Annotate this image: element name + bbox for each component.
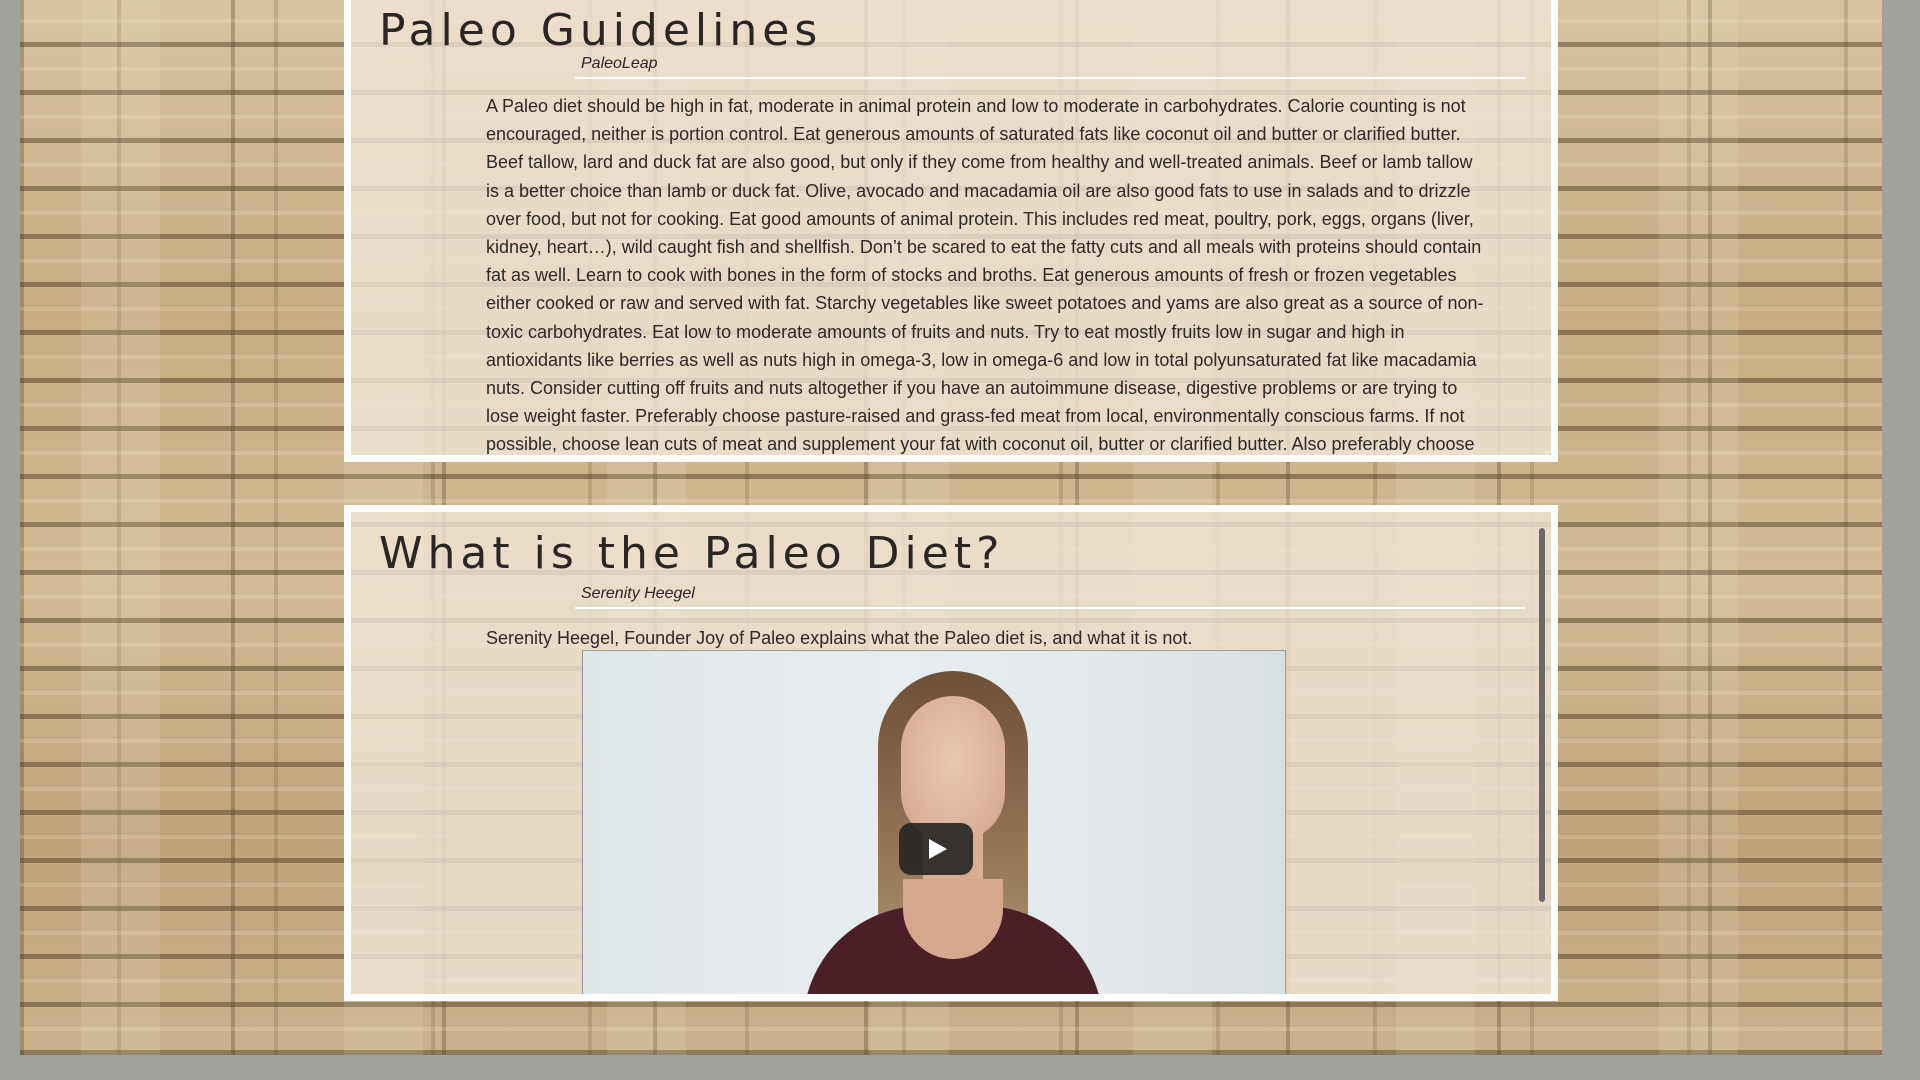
article-paleo-guidelines: Paleo Guidelines PaleoLeap A Paleo diet … — [344, 0, 1558, 462]
article-line: either cooked or raw and served with fat… — [486, 293, 1484, 314]
article-line: antioxidants like berries as well as nut… — [486, 349, 1477, 370]
article-line: A Paleo diet should be high in fat, mode… — [486, 96, 1466, 116]
article-line: possible, choose lean cuts of meat and s… — [486, 434, 1475, 455]
play-button[interactable] — [899, 823, 973, 875]
video-player[interactable] — [582, 650, 1286, 994]
video-thumbnail-face — [901, 696, 1005, 841]
article-title: What is the Paleo Diet? — [379, 528, 1005, 579]
play-icon — [929, 839, 947, 859]
panel-scrollbar[interactable] — [1539, 528, 1545, 902]
article-line: lose weight faster. Preferably choose pa… — [486, 406, 1465, 427]
article-author: PaleoLeap — [575, 55, 1525, 79]
article-line: is a better choice than lamb or duck fat… — [486, 180, 1471, 201]
article-line: over food, but not for cooking. Eat good… — [486, 208, 1474, 229]
article-line: toxic carbohydrates. Eat low to moderate… — [486, 321, 1405, 342]
article-line: kidney, heart…), wild caught fish and sh… — [486, 237, 1482, 258]
article-line: encouraged, neither is portion control. … — [486, 124, 1461, 145]
article-description: Serenity Heegel, Founder Joy of Paleo ex… — [486, 628, 1193, 648]
article-author: Serenity Heegel — [575, 585, 1525, 609]
article-line: fat as well. Learn to cook with bones in… — [486, 265, 1457, 286]
browser-viewport: Paleo Guidelines PaleoLeap A Paleo diet … — [0, 0, 1920, 1080]
article-body: A Paleo diet should be high in fat, mode… — [486, 92, 1506, 455]
article-what-is-paleo: What is the Paleo Diet? Serenity Heegel … — [344, 505, 1558, 1001]
article-line: nuts. Consider cutting off fruits and nu… — [486, 378, 1458, 399]
article-line: Beef tallow, lard and duck fat are also … — [486, 152, 1473, 173]
article-title: Paleo Guidelines — [379, 5, 823, 56]
